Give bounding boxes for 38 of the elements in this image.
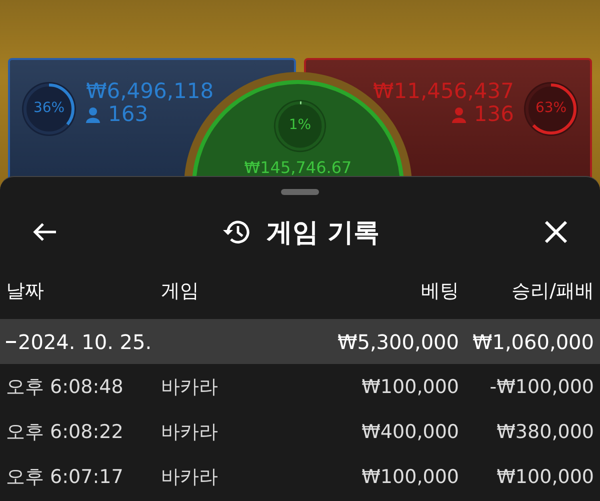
- bet-total: ₩5,300,000: [336, 330, 459, 354]
- share-ring: [20, 80, 78, 138]
- share-ring: [522, 80, 580, 138]
- column-header: 베팅: [420, 279, 459, 304]
- history-icon: [222, 218, 252, 246]
- person-icon: [452, 106, 466, 123]
- table-cell-text: 오후 6:08:48: [6, 374, 124, 400]
- share-ring: [272, 98, 328, 154]
- table-cell-text: 오후 6:07:17: [6, 464, 124, 490]
- table-cell-text: ₩100,000: [360, 376, 459, 398]
- table-cell-text: ₩400,000: [360, 420, 459, 442]
- bet-amount: ₩6,496,118: [86, 80, 214, 104]
- table-cell-text: 바카라: [161, 420, 219, 444]
- date-group-row[interactable]: 2024. 10. 25. ₩5,300,000 ₩1,060,000: [0, 319, 600, 364]
- column-header: 게임: [161, 279, 200, 304]
- table-cell-text: 바카라: [161, 374, 219, 400]
- table-cell-text: ₩100,000: [360, 466, 459, 488]
- result-total: ₩1,060,000: [471, 330, 594, 354]
- player-count: 136: [474, 103, 514, 126]
- drag-handle[interactable]: [281, 189, 319, 195]
- bet-amount: ₩145,746.67: [243, 158, 353, 177]
- share-percent: 36%: [32, 100, 66, 116]
- bet-amount: ₩11,456,437: [372, 80, 514, 104]
- column-header: 승리/패배: [510, 279, 594, 304]
- table-cell-text: 바카라: [161, 464, 219, 490]
- close-icon: [544, 220, 568, 244]
- group-date: 2024. 10. 25.: [18, 330, 152, 354]
- table-cell-text: ₩100,000: [496, 466, 594, 488]
- player-count: 163: [108, 103, 148, 126]
- column-header: 날짜: [6, 279, 45, 304]
- person-icon: [86, 106, 100, 123]
- table-cell-text: ₩380,000: [496, 420, 594, 442]
- table-cell-text: 오후 6:08:22: [6, 420, 124, 444]
- back-arrow-icon: [32, 221, 58, 243]
- share-percent: 1%: [288, 117, 312, 133]
- share-percent: 63%: [534, 100, 568, 116]
- sheet-title: 게임 기록: [266, 216, 380, 250]
- table-cell-text: -₩100,000: [488, 376, 594, 398]
